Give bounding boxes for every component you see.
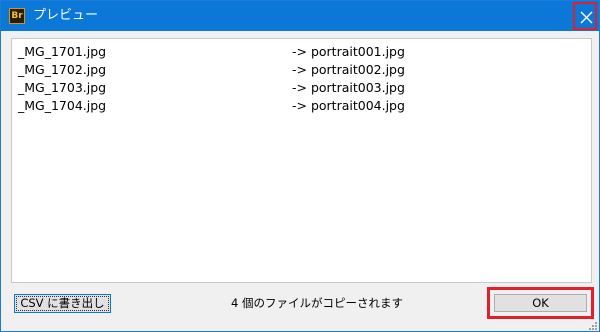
- list-item: _MG_1704.jpg -> portrait004.jpg: [12, 97, 591, 115]
- source-filename: _MG_1703.jpg: [18, 80, 107, 95]
- dialog-title: プレビュー: [33, 8, 99, 23]
- resize-grip-icon[interactable]: [588, 321, 598, 331]
- list-item: _MG_1701.jpg -> portrait001.jpg: [12, 43, 591, 61]
- preview-dialog: Br プレビュー _MG_1701.jpg -> portrait001.jpg…: [0, 0, 600, 332]
- bridge-app-icon: Br: [9, 8, 25, 24]
- target-filename: -> portrait001.jpg: [292, 44, 405, 59]
- rename-preview-list[interactable]: _MG_1701.jpg -> portrait001.jpg _MG_1702…: [11, 38, 592, 283]
- target-filename: -> portrait004.jpg: [292, 98, 405, 113]
- ok-button-highlight: OK: [487, 287, 594, 319]
- target-filename: -> portrait003.jpg: [292, 80, 405, 95]
- close-icon: [580, 11, 593, 24]
- list-item: _MG_1702.jpg -> portrait002.jpg: [12, 61, 591, 79]
- source-filename: _MG_1702.jpg: [18, 62, 107, 77]
- close-button[interactable]: [573, 2, 597, 30]
- export-csv-button[interactable]: CSV に書き出し: [14, 294, 111, 313]
- source-filename: _MG_1704.jpg: [18, 98, 107, 113]
- target-filename: -> portrait002.jpg: [292, 62, 405, 77]
- list-item: _MG_1703.jpg -> portrait003.jpg: [12, 79, 591, 97]
- source-filename: _MG_1701.jpg: [18, 44, 107, 59]
- ok-button[interactable]: OK: [494, 294, 587, 312]
- title-bar[interactable]: Br プレビュー: [1, 1, 599, 31]
- status-text: 4 個のファイルがコピーされます: [231, 296, 403, 310]
